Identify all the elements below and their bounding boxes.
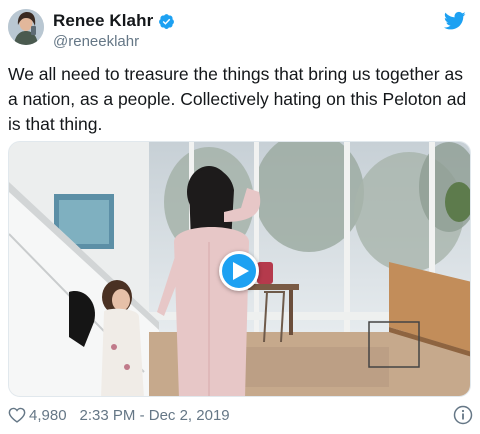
play-button[interactable] <box>219 251 259 291</box>
info-icon[interactable] <box>453 405 473 425</box>
author-handle[interactable]: @reneeklahr <box>53 33 139 50</box>
heart-icon[interactable] <box>8 407 26 423</box>
tweet-timestamp[interactable]: 2:33 PM - Dec 2, 2019 <box>80 407 230 424</box>
video-player[interactable] <box>8 141 471 397</box>
twitter-bird-icon[interactable] <box>443 11 466 31</box>
play-icon <box>232 262 249 280</box>
tweet-footer: 4,980 2:33 PM - Dec 2, 2019 <box>8 404 473 426</box>
tweet-card: Renee Klahr @reneeklahr We all need to t… <box>0 0 480 434</box>
tweet-text: We all need to treasure the things that … <box>8 64 467 134</box>
author-display-name[interactable]: Renee Klahr <box>53 11 153 31</box>
like-count[interactable]: 4,980 <box>29 407 67 424</box>
verified-badge-icon <box>158 13 175 30</box>
avatar[interactable] <box>8 9 44 45</box>
author-name-row: Renee Klahr <box>53 11 175 31</box>
